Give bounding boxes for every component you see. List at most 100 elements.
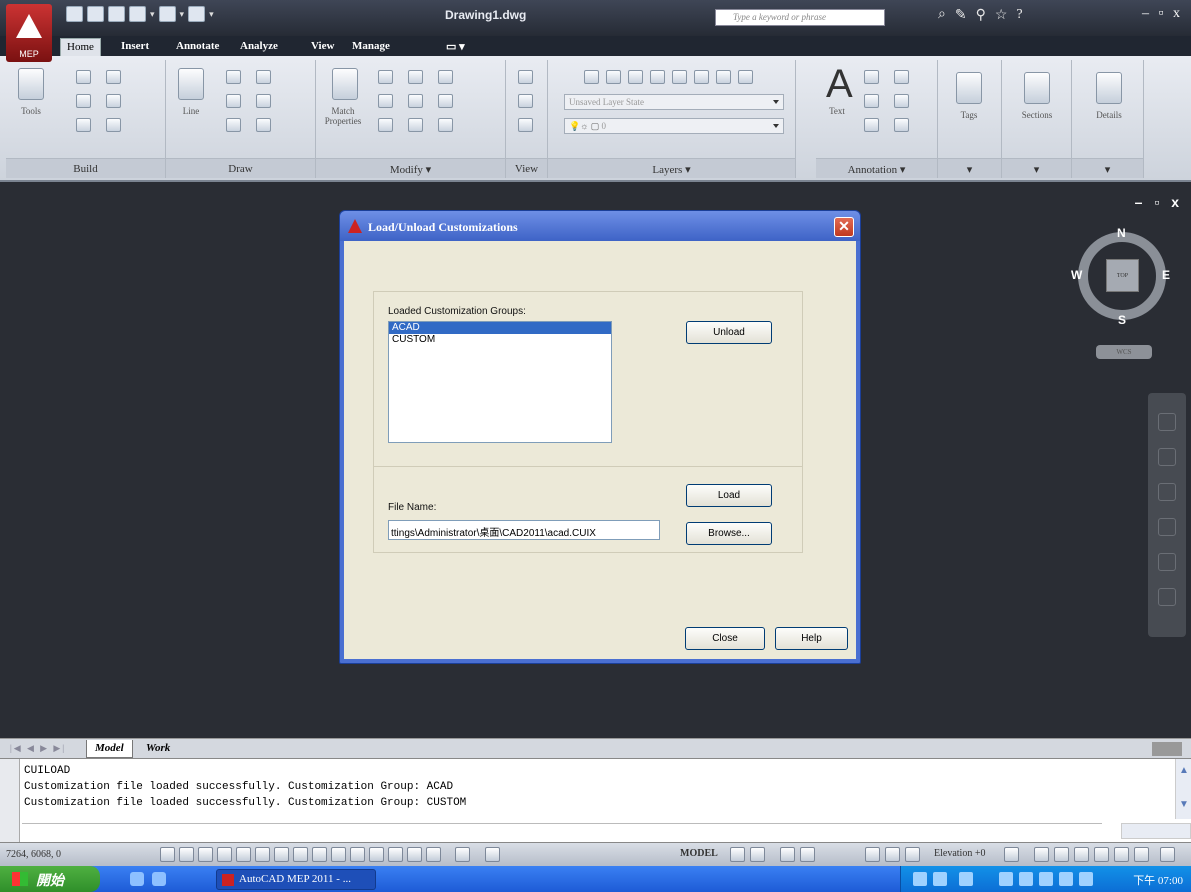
close-button[interactable]: Close	[685, 627, 765, 650]
duct-icon[interactable]	[76, 94, 91, 108]
tab-overflow[interactable]: ▭ ▾	[440, 38, 471, 56]
view-icon-3[interactable]	[518, 118, 533, 132]
markup-icon[interactable]	[894, 118, 909, 132]
open-icon[interactable]	[87, 6, 104, 22]
dimension-icon[interactable]	[864, 70, 879, 84]
layer-select[interactable]: 💡☼ ▢ 0	[564, 118, 784, 134]
layout-tab-navigation[interactable]: |◀ ◀ ▶ ▶|	[10, 743, 66, 754]
polar-tracking-icon[interactable]	[236, 847, 251, 862]
quick-view-drawings-icon[interactable]	[750, 847, 765, 862]
subscription-icon[interactable]: ⚲	[976, 7, 986, 24]
hardware-acceleration-icon[interactable]	[1114, 847, 1129, 862]
help-button[interactable]: Help	[775, 627, 848, 650]
transparency-icon[interactable]	[369, 847, 384, 862]
cursor-coordinates[interactable]: 7264, 6068, 0	[6, 849, 61, 860]
copy-icon[interactable]	[378, 94, 393, 108]
shield-icon[interactable]	[959, 872, 973, 886]
network-icon[interactable]	[1039, 872, 1053, 886]
quick-view-layouts-icon[interactable]	[730, 847, 745, 862]
unload-button[interactable]: Unload	[686, 321, 772, 344]
security-icon[interactable]	[999, 872, 1013, 886]
circle-icon[interactable]	[226, 94, 241, 108]
region-icon[interactable]	[256, 118, 271, 132]
command-window-handle[interactable]	[0, 759, 20, 843]
mirror-icon[interactable]	[408, 94, 423, 108]
undo-icon[interactable]	[129, 6, 146, 22]
polyline-icon[interactable]	[256, 70, 271, 84]
panel-layers-title[interactable]: Layers ▾	[548, 158, 795, 178]
application-menu-button[interactable]: MEP	[6, 4, 52, 62]
3d-object-snap-icon[interactable]	[274, 847, 289, 862]
volume-icon[interactable]	[1019, 872, 1033, 886]
annotation-scale-status-icon[interactable]	[865, 847, 880, 862]
tab-home[interactable]: Home	[60, 38, 101, 56]
selection-cycling-icon[interactable]	[407, 847, 422, 862]
panel-draw-title[interactable]: Draw	[166, 158, 315, 178]
object-snap-tracking-icon[interactable]	[293, 847, 308, 862]
compass-west[interactable]: W	[1071, 268, 1082, 282]
list-item[interactable]: CUSTOM	[389, 334, 611, 346]
dynamic-input-icon[interactable]	[331, 847, 346, 862]
multileader-icon[interactable]	[864, 94, 879, 108]
compass-south[interactable]: S	[1118, 313, 1126, 327]
horizontal-scrollbar[interactable]	[1152, 742, 1182, 756]
save-icon[interactable]	[108, 6, 125, 22]
door-icon[interactable]	[106, 70, 121, 84]
favorites-star-icon[interactable]: ☆	[995, 7, 1008, 24]
viewcube-top-face[interactable]: TOP	[1106, 259, 1139, 292]
orbit-icon[interactable]	[1158, 518, 1176, 536]
array-icon[interactable]	[438, 118, 453, 132]
help-icon[interactable]: ?	[1016, 7, 1022, 24]
scale-icon[interactable]	[408, 118, 423, 132]
taskbar-app-autocad[interactable]: AutoCAD MEP 2011 - ...	[216, 869, 376, 890]
isolate-objects-icon[interactable]	[1134, 847, 1149, 862]
snap-mode-icon[interactable]	[179, 847, 194, 862]
compass-north[interactable]: N	[1117, 226, 1126, 240]
pipe-icon[interactable]	[106, 94, 121, 108]
wall-icon[interactable]	[76, 70, 91, 84]
panel-sections-title[interactable]: ▾	[1002, 158, 1071, 178]
tools-icon[interactable]	[18, 68, 44, 100]
panel-details-title[interactable]: ▾	[1072, 158, 1143, 178]
update-icon[interactable]	[1059, 872, 1073, 886]
display-configuration-icon[interactable]	[1094, 847, 1109, 862]
lock-toolbar-icon[interactable]	[1074, 847, 1089, 862]
customization-groups-list[interactable]: ACAD CUSTOM	[388, 321, 612, 443]
grid-display-icon[interactable]	[198, 847, 213, 862]
scroll-down-icon[interactable]: ▼	[1179, 799, 1189, 810]
lineweight-icon[interactable]	[350, 847, 365, 862]
sections-icon[interactable]	[1024, 72, 1050, 104]
tab-analyze[interactable]: Analyze	[234, 38, 284, 56]
tablet-icon[interactable]	[455, 847, 470, 862]
infer-constraints-icon[interactable]	[160, 847, 175, 862]
plot-icon[interactable]	[188, 6, 206, 22]
view-icon-2[interactable]	[518, 94, 533, 108]
arc-icon[interactable]	[226, 70, 241, 84]
panel-view-title[interactable]: View	[506, 158, 547, 178]
ortho-mode-icon[interactable]	[217, 847, 232, 862]
object-snap-icon[interactable]	[255, 847, 270, 862]
pan-status-icon[interactable]	[780, 847, 795, 862]
compass-east[interactable]: E	[1162, 268, 1170, 282]
panel-tags-title[interactable]: ▾	[938, 158, 1001, 178]
tab-model[interactable]: Model	[86, 740, 133, 758]
stretch-icon[interactable]	[378, 118, 393, 132]
annotation-scale-icon[interactable]	[894, 94, 909, 108]
showmotion-icon[interactable]	[1158, 553, 1176, 571]
trim-icon[interactable]	[438, 70, 453, 84]
workspace-switch-icon[interactable]	[1034, 847, 1049, 862]
view-icon-1[interactable]	[518, 70, 533, 84]
command-vertical-scrollbar[interactable]: ▲ ▼	[1175, 759, 1191, 819]
surface-hatch-icon[interactable]	[1054, 847, 1069, 862]
tab-work[interactable]: Work	[138, 740, 178, 758]
tab-manage[interactable]: Manage	[346, 38, 396, 56]
fillet-icon[interactable]	[438, 94, 453, 108]
rotate-icon[interactable]	[408, 70, 423, 84]
elevation-control[interactable]: Elevation +0	[934, 848, 985, 859]
move-icon[interactable]	[378, 70, 393, 84]
window-controls[interactable]: – ▫ x	[1142, 6, 1183, 22]
layer-previous-icon[interactable]	[716, 70, 731, 84]
layer-off-icon[interactable]	[628, 70, 643, 84]
layer-freeze-icon[interactable]	[650, 70, 665, 84]
redo-icon[interactable]	[158, 6, 176, 22]
